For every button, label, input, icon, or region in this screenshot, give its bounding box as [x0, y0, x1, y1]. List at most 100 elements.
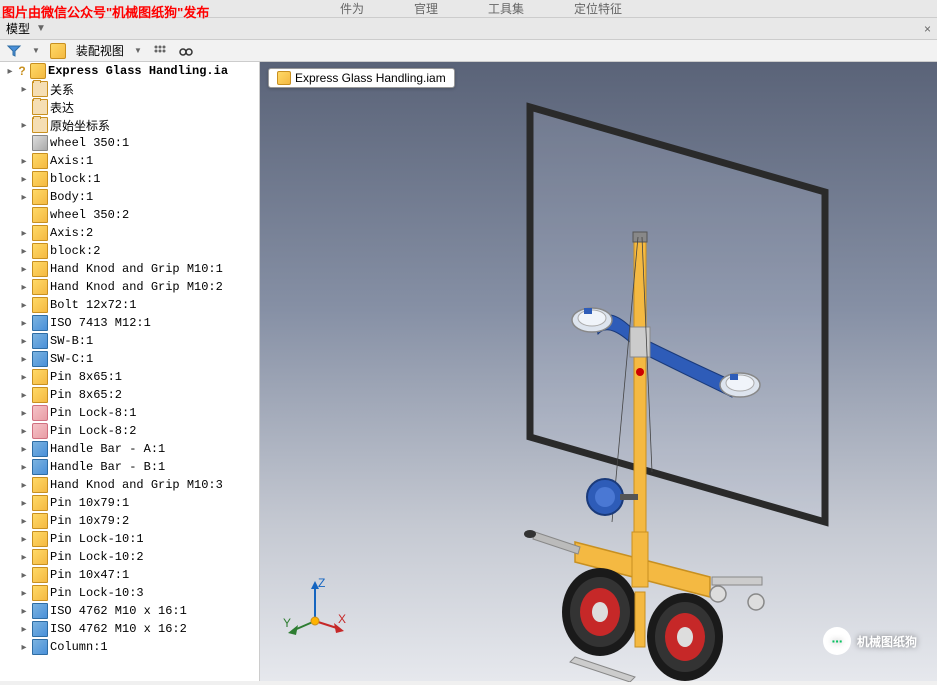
expand-icon[interactable]: ▸	[18, 336, 30, 347]
orientation-triad[interactable]: Z X Y	[280, 571, 350, 641]
expand-icon[interactable]: ▸	[18, 480, 30, 491]
assembly-view-label[interactable]: 装配视图	[76, 42, 124, 59]
expand-icon[interactable]: ▸	[18, 570, 30, 581]
tree-node[interactable]: ▸Pin 10x47:1	[0, 566, 259, 584]
menu-item[interactable]: 定位特征	[574, 0, 622, 17]
tree-node[interactable]: ▸Pin Lock-8:1	[0, 404, 259, 422]
tree-node[interactable]: ▸ block:1	[0, 170, 259, 188]
tree-node[interactable]: ▸ 原始坐标系	[0, 116, 259, 134]
tree-node[interactable]: ▸ Pin Lock-10:1	[0, 530, 259, 548]
tree-node-label: 关系	[50, 81, 74, 98]
tree-node[interactable]: ▸block:2	[0, 242, 259, 260]
tree-node[interactable]: ▸ Hand Knod and Grip M10:2	[0, 278, 259, 296]
tree-node[interactable]: ▸Handle Bar - A:1	[0, 440, 259, 458]
tree-node[interactable]: ▸ Axis:1	[0, 152, 259, 170]
expand-icon[interactable]: ▸	[18, 246, 30, 257]
tree-node[interactable]: ▸SW-C:1	[0, 350, 259, 368]
blue-icon	[32, 333, 48, 349]
assembly-icon[interactable]	[50, 43, 66, 59]
expand-icon[interactable]: ▸	[18, 300, 30, 311]
tree-node-label: 原始坐标系	[50, 117, 110, 134]
tree-node[interactable]: wheel 350:2	[0, 206, 259, 224]
blue-icon	[32, 639, 48, 655]
expand-icon[interactable]: ▸	[18, 192, 30, 203]
tree-node[interactable]: ▸ Pin Lock-10:2	[0, 548, 259, 566]
expand-icon[interactable]: ▸	[18, 156, 30, 167]
expand-icon[interactable]: ▸	[18, 264, 30, 275]
expand-icon[interactable]: ▸	[18, 354, 30, 365]
filter-icon[interactable]	[6, 43, 22, 59]
expand-icon[interactable]: ▸	[18, 228, 30, 239]
model-tree[interactable]: ▸?Express Glass Handling.ia▸关系表达▸原始坐标系wh…	[0, 62, 260, 681]
expand-icon[interactable]: ▸	[18, 642, 30, 653]
tree-node[interactable]: ▸ Bolt 12x72:1	[0, 296, 259, 314]
viewport-tab[interactable]: Express Glass Handling.iam	[268, 68, 455, 88]
tree-node[interactable]: ▸Pin 10x79:1	[0, 494, 259, 512]
menu-item[interactable]: 官理	[414, 0, 438, 17]
tree-node[interactable]: ▸SW-B:1	[0, 332, 259, 350]
expand-icon[interactable]: ▸	[18, 588, 30, 599]
menu-item[interactable]: 工具集	[488, 0, 524, 17]
viewport-3d[interactable]: Express Glass Handling.iam	[260, 62, 937, 681]
tree-node[interactable]: ▸ISO 7413 M12:1	[0, 314, 259, 332]
tree-node-label: Axis:1	[50, 154, 93, 168]
expand-icon[interactable]: ▸	[18, 624, 30, 635]
tree-node-label: block:1	[50, 172, 100, 186]
blue-icon	[32, 441, 48, 457]
panel-header: 模型 ▼ ×	[0, 18, 937, 40]
tree-node[interactable]: ▸Axis:2	[0, 224, 259, 242]
tree-node[interactable]: 表达	[0, 98, 259, 116]
tree-node[interactable]: ▸ISO 4762 M10 x 16:1	[0, 602, 259, 620]
panel-close-button[interactable]: ×	[924, 22, 931, 36]
binoculars-icon[interactable]	[178, 43, 194, 59]
tree-node[interactable]: ▸ Pin Lock-8:2	[0, 422, 259, 440]
expand-icon[interactable]: ▸	[18, 84, 30, 95]
expand-icon[interactable]: ▸	[18, 462, 30, 473]
panel-dropdown-arrow[interactable]: ▼	[36, 23, 46, 34]
expand-icon[interactable]: ▸	[18, 174, 30, 185]
expand-icon[interactable]: ▸	[18, 390, 30, 401]
tree-node-label: Pin Lock-10:3	[50, 586, 144, 600]
part-icon	[32, 585, 48, 601]
expand-icon[interactable]: ▸	[18, 120, 30, 131]
tree-node[interactable]: wheel 350:1	[0, 134, 259, 152]
tree-node-label: Pin Lock-10:2	[50, 550, 144, 564]
expand-icon[interactable]: ▸	[18, 516, 30, 527]
tree-node[interactable]: ▸?Express Glass Handling.ia	[0, 62, 259, 80]
expand-icon[interactable]: ▸	[18, 282, 30, 293]
tree-node[interactable]: ▸Column:1	[0, 638, 259, 656]
tree-node-label: Hand Knod and Grip M10:2	[50, 280, 223, 294]
expand-icon[interactable]: ▸	[18, 408, 30, 419]
tree-node-label: Pin Lock-8:2	[50, 424, 136, 438]
tree-node[interactable]: ▸Body:1	[0, 188, 259, 206]
tree-node[interactable]: ▸Handle Bar - B:1	[0, 458, 259, 476]
tree-node[interactable]: ▸ 关系	[0, 80, 259, 98]
tree-node[interactable]: ▸Hand Knod and Grip M10:1	[0, 260, 259, 278]
tree-node[interactable]: ▸Hand Knod and Grip M10:3	[0, 476, 259, 494]
watermark-bottom: 机械图纸狗	[823, 627, 917, 655]
expand-icon[interactable]: ▸	[18, 534, 30, 545]
tree-node-label: Pin Lock-10:1	[50, 532, 144, 546]
expand-icon[interactable]: ▸	[18, 606, 30, 617]
tree-node[interactable]: ▸ Pin Lock-10:3	[0, 584, 259, 602]
expand-icon[interactable]: ▸	[18, 552, 30, 563]
tree-node[interactable]: ▸Pin 8x65:1	[0, 368, 259, 386]
expand-icon[interactable]: ▸	[18, 372, 30, 383]
expand-icon[interactable]: ▸	[18, 498, 30, 509]
expand-icon[interactable]: ▸	[4, 66, 16, 77]
tree-node[interactable]: ▸ ISO 4762 M10 x 16:2	[0, 620, 259, 638]
expand-icon[interactable]: ▸	[18, 318, 30, 329]
expand-icon[interactable]: ▸	[18, 426, 30, 437]
toolbar-dropdown-arrow[interactable]: ▼	[32, 46, 40, 55]
tree-node-label: Bolt 12x72:1	[50, 298, 136, 312]
tree-node[interactable]: ▸Pin 10x79:2	[0, 512, 259, 530]
tree-node[interactable]: ▸Pin 8x65:2	[0, 386, 259, 404]
part-icon	[32, 513, 48, 529]
expand-icon[interactable]: ▸	[18, 444, 30, 455]
part-icon	[32, 207, 48, 223]
pink-icon	[32, 405, 48, 421]
tree-node-label: ISO 4762 M10 x 16:2	[50, 622, 187, 636]
grip-icon[interactable]	[152, 43, 168, 59]
menu-item[interactable]: 件为	[340, 0, 364, 17]
toolbar-dropdown-arrow[interactable]: ▼	[134, 46, 142, 55]
